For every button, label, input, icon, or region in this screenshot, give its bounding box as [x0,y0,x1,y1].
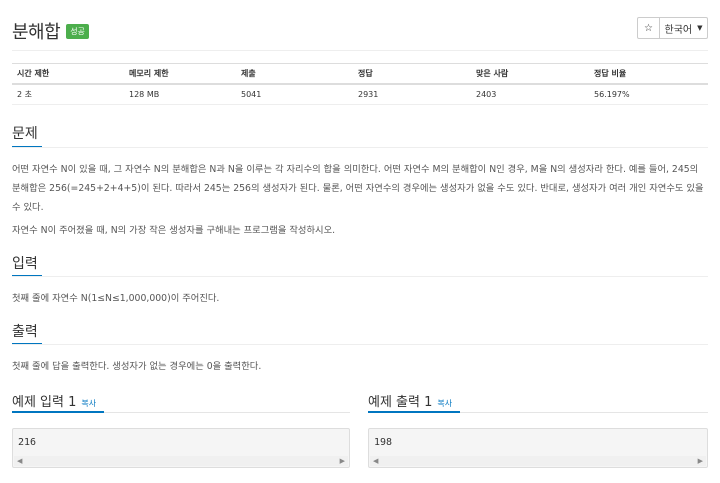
value-submissions: 5041 [236,83,353,105]
output-section-heading: 출력 [12,324,38,340]
scroll-right-icon[interactable]: ▶ [340,456,345,466]
value-memory-limit: 128 MB [124,83,236,105]
sample-input-title: 예제 입력 1 [12,395,77,410]
sample-output-box: 198 ◀ ▶ [368,428,708,468]
sample-output-heading: 예제 출력 1 복사 [368,391,452,410]
header-solved-users: 맞은 사람 [471,63,589,85]
star-icon: ☆ [644,22,653,34]
favorite-button[interactable]: ☆ [637,17,660,39]
problem-info-table: 시간 제한 메모리 제한 제출 정답 맞은 사람 정답 비율 2 초 128 M… [12,63,708,105]
problem-header: 분해합 성공 [12,18,89,44]
header-accepted: 정답 [353,63,471,85]
sample-output-scrollbar[interactable]: ◀ ▶ [370,456,706,466]
copy-sample-input-link[interactable]: 복사 [81,399,96,408]
problem-section-divider [12,147,708,148]
header-actions: ☆ 한국어 ▼ [637,17,708,39]
sample-input-underline [12,411,104,413]
sample-input-scrollbar[interactable]: ◀ ▶ [14,456,348,466]
scroll-left-icon[interactable]: ◀ [17,456,22,466]
value-accepted: 2931 [353,83,471,105]
copy-sample-output-link[interactable]: 복사 [437,399,452,408]
info-value-row: 2 초 128 MB 5041 2931 2403 56.197% [12,83,708,105]
sample-output-title: 예제 출력 1 [368,395,433,410]
sample-input-box: 216 ◀ ▶ [12,428,350,468]
sample-output-underline [368,411,460,413]
output-description: 첫째 줄에 답을 출력한다. 생성자가 없는 경우에는 0을 출력한다. [12,361,262,372]
problem-task: 자연수 N이 주어졌을 때, N의 가장 작은 생성자를 구해내는 프로그램을 … [12,225,336,236]
header-memory-limit: 메모리 제한 [124,63,236,85]
sample-input-heading: 예제 입력 1 복사 [12,391,96,410]
input-description: 첫째 줄에 자연수 N(1≤N≤1,000,000)이 주어진다. [12,293,220,304]
header-divider [12,50,708,51]
status-badge: 성공 [66,23,89,39]
language-label: 한국어 [664,24,693,36]
header-submissions: 제출 [236,63,353,85]
value-time-limit: 2 초 [12,83,124,105]
problem-description: 어떤 자연수 N이 있을 때, 그 자연수 N의 분해합은 N과 N을 이루는 … [12,164,704,213]
input-section-divider [12,276,708,277]
problem-title: 분해합 [12,22,61,43]
input-section-heading: 입력 [12,256,38,272]
sample-output-value: 198 [374,437,393,448]
output-section-divider [12,344,708,345]
scroll-left-icon[interactable]: ◀ [373,456,378,466]
header-accept-ratio: 정답 비율 [589,63,708,85]
caret-down-icon: ▼ [697,24,703,32]
sample-input-value: 216 [18,437,37,448]
value-solved-users: 2403 [471,83,589,105]
value-accept-ratio: 56.197% [589,83,708,105]
header-time-limit: 시간 제한 [12,63,124,85]
language-dropdown[interactable]: 한국어 ▼ [659,17,708,39]
problem-section-heading: 문제 [12,126,38,142]
info-header-row: 시간 제한 메모리 제한 제출 정답 맞은 사람 정답 비율 [12,63,708,85]
scroll-right-icon[interactable]: ▶ [698,456,703,466]
